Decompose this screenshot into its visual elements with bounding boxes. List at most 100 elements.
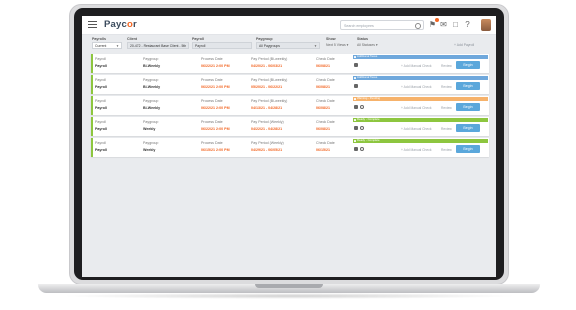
- pay-period-label: Pay Period (Weekly): [251, 141, 284, 145]
- begin-button[interactable]: Begin: [456, 61, 480, 69]
- review-link[interactable]: Review: [441, 148, 452, 152]
- process-date-value: 06/15/21 2:00 PM: [201, 148, 230, 152]
- clock-icon[interactable]: [360, 126, 364, 130]
- add-manual-check-link[interactable]: + Add Manual Check: [401, 148, 432, 152]
- begin-button[interactable]: Begin: [456, 124, 480, 132]
- paygroup-value: Bi-Weekly: [143, 64, 161, 68]
- check-date-value: 06/08/21: [316, 85, 330, 89]
- add-manual-check-link[interactable]: + Add Manual Check: [401, 127, 432, 131]
- status-text: Ready - Complete: [357, 117, 380, 121]
- menu-icon[interactable]: [88, 21, 97, 28]
- paycor-logo[interactable]: Paycor: [104, 19, 137, 30]
- paygroup-value: Weekly: [143, 148, 156, 152]
- status-label: Status: [357, 37, 368, 41]
- message-icon[interactable]: □: [451, 20, 460, 29]
- review-link[interactable]: Review: [441, 85, 452, 89]
- payroll-name[interactable]: Payroll: [95, 64, 107, 68]
- payroll-row[interactable]: Payroll Payroll Paygroup Bi-Weekly Process D…: [91, 54, 489, 73]
- add-manual-check-link[interactable]: + Add Manual Check: [401, 85, 432, 89]
- app-screen: Paycor Search employees ⚑ ✉ □ ? Payrolls…: [82, 16, 496, 277]
- payroll-name[interactable]: Payroll: [95, 85, 107, 89]
- clock-icon[interactable]: [360, 105, 364, 109]
- payrolls-label: Payrolls: [92, 37, 106, 41]
- status-strip: Warning - Pending: [353, 96, 488, 101]
- pay-period-value: 04/20/21 - 06/03/21: [251, 64, 283, 68]
- status-text: Warning - Pending: [357, 96, 381, 100]
- payroll-column-label: Payroll: [95, 78, 106, 82]
- begin-button[interactable]: Begin: [456, 82, 480, 90]
- pay-period-value: 04/22/21 - 04/28/21: [251, 127, 283, 131]
- process-date-label: Process Date: [201, 141, 223, 145]
- add-payroll-button[interactable]: + Add Payroll: [454, 42, 474, 49]
- status-dot-icon: [354, 119, 356, 121]
- check-date-label: Check Date: [316, 57, 335, 61]
- row-status-bar: [91, 96, 93, 115]
- search-icon[interactable]: [415, 23, 421, 29]
- pay-period-value: 05/20/21 - 06/22/21: [251, 85, 283, 89]
- status-text: Ready - Complete: [357, 138, 380, 142]
- laptop-shadow: [60, 293, 518, 299]
- pay-period-label: Pay Period (Weekly): [251, 120, 284, 124]
- add-manual-check-link[interactable]: + Add Manual Check: [401, 64, 432, 68]
- payroll-filter-select[interactable]: Payroll: [192, 42, 252, 49]
- document-icon[interactable]: [354, 126, 358, 130]
- app-header: Paycor Search employees ⚑ ✉ □ ?: [82, 16, 496, 35]
- process-date-value: 06/22/21 2:00 PM: [201, 85, 230, 89]
- search-input[interactable]: Search employees: [340, 20, 424, 30]
- pay-period-value: 04/29/21 - 06/05/21: [251, 148, 283, 152]
- payroll-row[interactable]: Payroll Payroll Paygroup Weekly Process Date…: [91, 138, 489, 157]
- pay-period-label: Pay Period (Bi-weekly): [251, 78, 288, 82]
- begin-button[interactable]: Begin: [456, 145, 480, 153]
- add-manual-check-link[interactable]: + Add Manual Check: [401, 106, 432, 110]
- status-dot-icon: [354, 140, 356, 142]
- payroll-name[interactable]: Payroll: [95, 127, 107, 131]
- status-dot-icon: [354, 98, 356, 100]
- notification-icon[interactable]: ⚑: [428, 18, 439, 29]
- process-date-value: 06/22/21 2:00 PM: [201, 64, 230, 68]
- review-link[interactable]: Review: [441, 106, 452, 110]
- status-strip: Additional Taxes: [353, 75, 488, 80]
- process-date-label: Process Date: [201, 99, 223, 103]
- row-status-bar: [91, 138, 93, 157]
- review-link[interactable]: Review: [441, 127, 452, 131]
- payroll-name[interactable]: Payroll: [95, 148, 107, 152]
- laptop-notch: [255, 284, 323, 288]
- clock-icon[interactable]: [360, 147, 364, 151]
- payroll-column-label: Payroll: [95, 99, 106, 103]
- check-date-label: Check Date: [316, 120, 335, 124]
- status-strip: Ready - Complete: [353, 138, 488, 143]
- client-select[interactable]: 20-472 - Restaurant Base Client - 5th: [127, 42, 189, 49]
- paygroup-select[interactable]: All Paygroups ▼: [256, 42, 320, 49]
- document-icon[interactable]: [354, 63, 358, 67]
- payroll-row[interactable]: Payroll Payroll Paygroup Weekly Process Date…: [91, 117, 489, 136]
- paygroup-column-label: Paygroup: [143, 99, 159, 103]
- show-label: Show: [326, 37, 336, 41]
- begin-button[interactable]: Begin: [456, 103, 480, 111]
- process-date-label: Process Date: [201, 78, 223, 82]
- check-date-value: 06/15/21: [316, 148, 330, 152]
- paygroup-value: Bi-Weekly: [143, 85, 161, 89]
- review-link[interactable]: Review: [441, 64, 452, 68]
- paygroup-column-label: Paygroup: [143, 57, 159, 61]
- payroll-column-label: Payroll: [95, 57, 106, 61]
- avatar[interactable]: [481, 19, 491, 31]
- check-date-label: Check Date: [316, 78, 335, 82]
- payroll-row[interactable]: Payroll Payroll Paygroup Bi-Weekly Process D…: [91, 75, 489, 94]
- paygroup-column-label: Paygroup: [143, 78, 159, 82]
- document-icon[interactable]: [354, 105, 358, 109]
- status-select[interactable]: All Statuses ▾: [357, 42, 378, 49]
- payroll-row[interactable]: Payroll Payroll Paygroup Bi-Weekly Process D…: [91, 96, 489, 115]
- row-status-bar: [91, 54, 93, 73]
- document-icon[interactable]: [354, 147, 358, 151]
- check-date-value: 06/08/21: [316, 106, 330, 110]
- payroll-name[interactable]: Payroll: [95, 106, 107, 110]
- help-icon[interactable]: ?: [463, 20, 472, 29]
- check-date-label: Check Date: [316, 99, 335, 103]
- chat-icon[interactable]: ✉: [439, 20, 448, 29]
- paygroup-label: Paygroup: [256, 37, 273, 41]
- status-strip: Additional Taxes: [353, 54, 488, 59]
- row-status-bar: [91, 117, 93, 136]
- document-icon[interactable]: [354, 84, 358, 88]
- payrolls-select[interactable]: Current ▼: [92, 42, 122, 49]
- show-select[interactable]: Next 5 Views ▾: [326, 42, 348, 49]
